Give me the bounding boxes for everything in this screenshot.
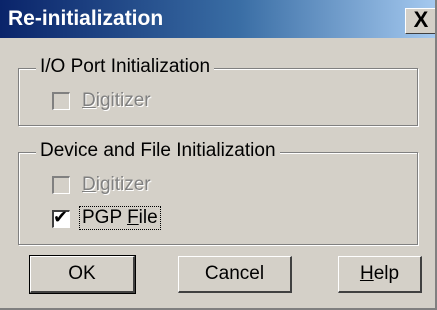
ok-button-label: OK: [68, 263, 96, 284]
pgp-file-checkbox[interactable]: ✔: [52, 207, 70, 228]
close-button[interactable]: X: [405, 7, 435, 34]
window-title: Re-initialization: [8, 7, 164, 30]
cancel-button[interactable]: Cancel: [178, 256, 292, 293]
help-button-label: Help: [359, 263, 400, 284]
pgp-file-label[interactable]: PGP File: [79, 206, 161, 230]
title-bar[interactable]: Re-initialization X: [0, 0, 435, 38]
reinitialization-dialog: Re-initialization X I/O Port Initializat…: [0, 0, 437, 310]
cancel-button-label: Cancel: [204, 263, 265, 284]
ok-button[interactable]: OK: [29, 255, 136, 294]
device-file-group-label: Device and File Initialization: [36, 140, 280, 162]
help-button[interactable]: Help: [338, 256, 422, 293]
device-file-groupbox: [18, 152, 418, 245]
close-icon: X: [413, 7, 429, 32]
io-port-group-label: I/O Port Initialization: [36, 56, 215, 78]
device-digitizer-checkbox[interactable]: [52, 176, 70, 194]
io-digitizer-label: Digitizer: [82, 90, 151, 111]
io-digitizer-checkbox[interactable]: [52, 92, 70, 110]
checkmark-icon: ✔: [53, 207, 69, 227]
device-digitizer-label: Digitizer: [82, 174, 151, 195]
